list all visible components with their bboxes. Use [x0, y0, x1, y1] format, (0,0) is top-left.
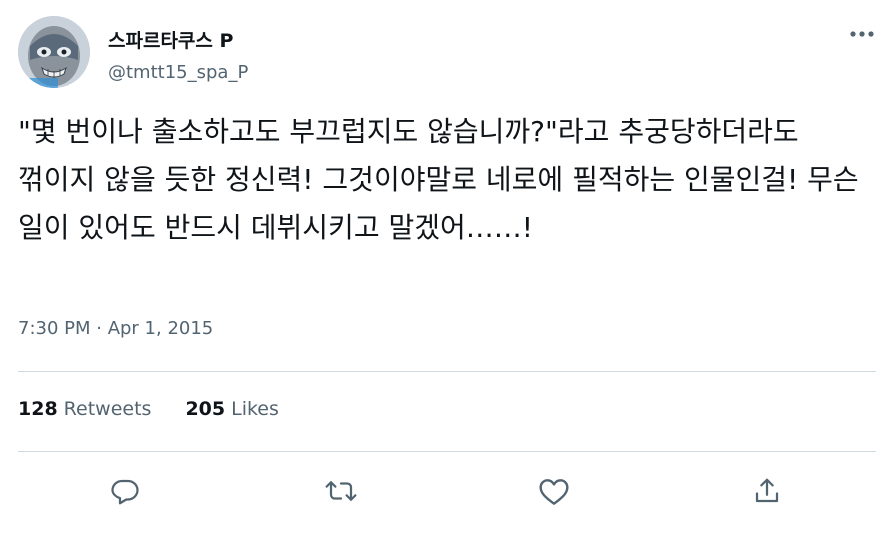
tweet-timestamp[interactable]: 7:30 PM · Apr 1, 2015: [18, 318, 213, 339]
likes-label: Likes: [231, 398, 279, 420]
reply-button[interactable]: [102, 468, 148, 514]
tweet-card: 스파르타쿠스 P @tmtt15_spa_P "몇 번이나 출소하고도 부끄럽지…: [0, 0, 894, 544]
tweet-text: "몇 번이나 출소하고도 부끄럽지도 않습니까?"라고 추궁당하더라도 꺾이지 …: [18, 115, 868, 244]
display-name[interactable]: 스파르타쿠스 P: [108, 26, 233, 53]
user-handle[interactable]: @tmtt15_spa_P: [108, 62, 248, 83]
share-icon: [755, 478, 779, 503]
more-dots-icon: [850, 31, 874, 37]
retweets-label: Retweets: [63, 398, 152, 420]
masked-character-avatar-icon: [18, 16, 90, 88]
reply-icon: [111, 479, 139, 505]
action-bar: [0, 468, 894, 514]
retweets-stat[interactable]: 128 Retweets: [18, 398, 151, 420]
divider: [18, 371, 876, 372]
like-button[interactable]: [531, 468, 577, 514]
likes-stat[interactable]: 205 Likes: [185, 398, 278, 420]
more-options-button[interactable]: [844, 20, 880, 48]
avatar[interactable]: [18, 16, 90, 88]
retweets-count: 128: [18, 398, 58, 420]
like-icon: [539, 479, 569, 505]
retweet-button[interactable]: [318, 468, 364, 514]
divider: [18, 451, 876, 452]
retweet-icon: [325, 481, 357, 501]
share-button[interactable]: [744, 468, 790, 514]
likes-count: 205: [185, 398, 226, 420]
engagement-stats: 128 Retweets 205 Likes: [18, 398, 279, 420]
